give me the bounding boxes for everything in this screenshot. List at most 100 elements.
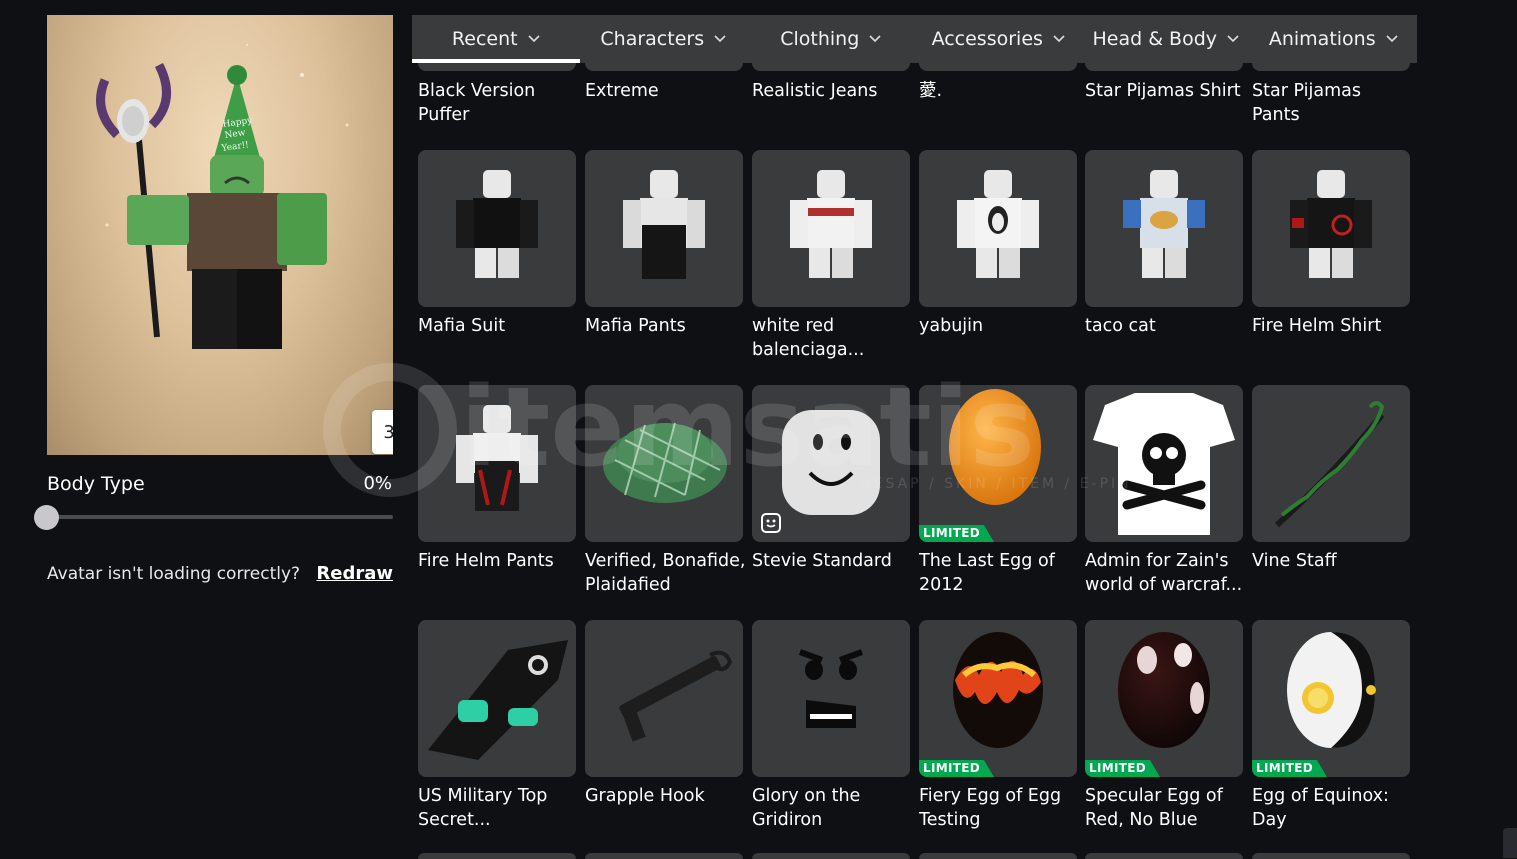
tab-recent[interactable]: Recent	[412, 15, 580, 63]
item-name[interactable]: Grapple Hook	[585, 784, 747, 808]
avatar-red-pants-icon	[456, 405, 538, 511]
item-thumbnail-partial[interactable]	[585, 853, 743, 859]
item-thumbnail[interactable]	[1252, 385, 1410, 542]
item-name[interactable]: Mafia Suit	[418, 314, 580, 338]
inventory-grid: Black Version Puffer Extreme Realistic J…	[418, 0, 1418, 859]
military-glider-icon	[428, 640, 568, 760]
scrollbar-corner[interactable]	[1503, 828, 1517, 858]
item-thumbnail[interactable]: LIMITED	[1085, 620, 1243, 777]
tab-characters[interactable]: Characters	[580, 15, 748, 63]
item-thumbnail[interactable]	[418, 150, 576, 307]
view-3d-toggle-button[interactable]: 3D	[372, 410, 393, 454]
chevron-down-icon	[1227, 35, 1239, 43]
body-type-value: 0%	[363, 473, 392, 494]
item-thumbnail-partial[interactable]	[1085, 853, 1243, 859]
tab-label: Characters	[600, 28, 705, 50]
tab-label: Animations	[1268, 28, 1376, 50]
item-thumbnail[interactable]	[1085, 150, 1243, 307]
body-type-label: Body Type	[47, 473, 145, 495]
item-name[interactable]: Vine Staff	[1252, 549, 1414, 573]
item-name[interactable]: Specular Egg of Red, No Blue	[1085, 784, 1247, 832]
item-name[interactable]: Glory on the Gridiron	[752, 784, 914, 832]
item-thumbnail-partial[interactable]	[418, 853, 576, 859]
item-thumbnail-partial[interactable]	[752, 63, 910, 71]
item-thumbnail[interactable]	[919, 150, 1077, 307]
avatar-loading-prompt: Avatar isn't loading correctly?	[47, 564, 301, 584]
skull-tshirt-icon	[1093, 393, 1235, 535]
tab-clothing[interactable]: Clothing	[747, 15, 915, 63]
item-name[interactable]: Mafia Pants	[585, 314, 747, 338]
item-thumbnail[interactable]: LIMITED	[919, 620, 1077, 777]
item-name[interactable]: Stevie Standard	[752, 549, 914, 573]
avatar-white-shirt-icon	[790, 170, 872, 278]
item-thumbnail-partial[interactable]	[752, 853, 910, 859]
item-thumbnail[interactable]: LIMITED	[1252, 620, 1410, 777]
body-type-slider-handle[interactable]	[34, 505, 59, 530]
chevron-down-icon	[528, 35, 540, 43]
item-name[interactable]: Fiery Egg of Egg Testing	[919, 784, 1081, 832]
avatar-black-pants-icon	[623, 170, 705, 279]
item-thumbnail-partial[interactable]	[919, 63, 1077, 71]
orange-egg-icon	[949, 389, 1041, 505]
fiery-egg-icon	[953, 632, 1043, 748]
emote-icon	[761, 513, 781, 533]
item-thumbnail-partial[interactable]	[585, 63, 743, 71]
item-name[interactable]: Star Pijamas Shirt	[1085, 79, 1247, 103]
item-name[interactable]: Star Pijamas Pants	[1252, 79, 1414, 127]
chevron-down-icon	[869, 35, 881, 43]
item-thumbnail[interactable]	[1085, 385, 1243, 542]
tab-label: Clothing	[780, 28, 860, 50]
item-name[interactable]: Fire Helm Shirt	[1252, 314, 1414, 338]
plaid-cap-icon	[603, 422, 727, 503]
avatar-black-suit-icon	[456, 170, 538, 278]
limited-badge: LIMITED	[919, 525, 994, 542]
item-thumbnail[interactable]	[752, 385, 910, 542]
item-thumbnail-partial[interactable]	[1252, 853, 1410, 859]
item-thumbnail[interactable]	[585, 150, 743, 307]
chevron-down-icon	[1053, 35, 1065, 43]
item-name[interactable]: Realistic Jeans	[752, 79, 914, 103]
avatar-preview[interactable]: Happy New Year!! 3D	[47, 15, 393, 455]
item-thumbnail[interactable]: LIMITED	[919, 385, 1077, 542]
avatar-figure: Happy New Year!!	[96, 43, 349, 349]
limited-badge: LIMITED	[1085, 760, 1160, 777]
body-type-slider-track[interactable]	[47, 515, 393, 519]
item-name[interactable]: taco cat	[1085, 314, 1247, 338]
item-thumbnail[interactable]	[752, 620, 910, 777]
item-name[interactable]: Egg of Equinox: Day	[1252, 784, 1414, 832]
avatar-blue-shirt-icon	[1123, 170, 1205, 278]
angry-face-icon	[798, 649, 864, 728]
item-name[interactable]: US Military Top Secret...	[418, 784, 580, 832]
item-thumbnail-partial[interactable]	[919, 853, 1077, 859]
item-name[interactable]: Admin for Zain's world of warcraf...	[1085, 549, 1247, 597]
tab-accessories[interactable]: Accessories	[915, 15, 1083, 63]
category-tabs: Recent Characters Clothing Accessories H…	[412, 15, 1417, 63]
item-thumbnail[interactable]	[1252, 150, 1410, 307]
avatar-black-red-shirt-icon	[1290, 170, 1372, 278]
vine-staff-icon	[1274, 401, 1385, 528]
item-thumbnail-partial[interactable]	[1085, 63, 1243, 71]
limited-badge: LIMITED	[1252, 760, 1327, 777]
item-name[interactable]: white red balenciaga...	[752, 314, 914, 362]
item-thumbnail[interactable]	[418, 385, 576, 542]
item-thumbnail[interactable]	[418, 620, 576, 777]
tab-label: Recent	[451, 28, 518, 50]
item-name[interactable]: Extreme	[585, 79, 747, 103]
item-name[interactable]: Black Version Puffer	[418, 79, 580, 127]
item-name[interactable]: 薆.	[919, 79, 1081, 103]
item-thumbnail[interactable]	[585, 385, 743, 542]
item-thumbnail-partial[interactable]	[418, 63, 576, 71]
item-thumbnail[interactable]	[585, 620, 743, 777]
avatar-white-graphic-icon	[957, 170, 1039, 278]
item-name[interactable]: Verified, Bonafide, Plaidafied	[585, 549, 747, 597]
item-name[interactable]: The Last Egg of 2012	[919, 549, 1081, 597]
item-name[interactable]: Fire Helm Pants	[418, 549, 580, 573]
tab-animations[interactable]: Animations	[1250, 15, 1418, 63]
item-thumbnail-partial[interactable]	[1252, 63, 1410, 71]
redraw-link[interactable]: Redraw	[316, 563, 393, 584]
item-name[interactable]: yabujin	[919, 314, 1081, 338]
specular-egg-icon	[1118, 632, 1210, 748]
item-thumbnail[interactable]	[752, 150, 910, 307]
tab-head-body[interactable]: Head & Body	[1082, 15, 1250, 63]
grapple-gun-icon	[619, 650, 733, 742]
